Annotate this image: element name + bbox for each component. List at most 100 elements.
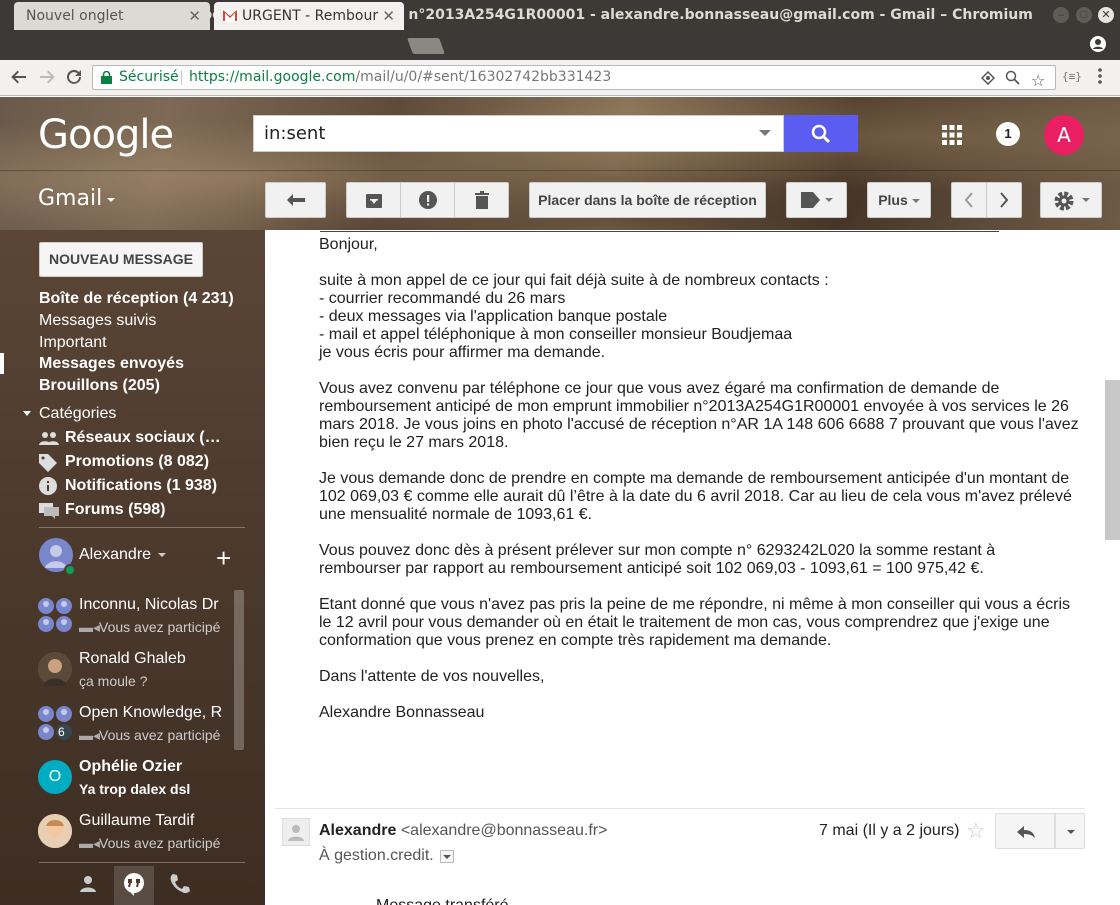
hangout-item[interactable]: O Ophélie Ozier Ya trop dalex dsl — [0, 756, 240, 810]
compose-button[interactable]: NOUVEAU MESSAGE — [39, 242, 203, 277]
video-call-icon: ▬◂ — [79, 835, 101, 851]
hangouts-quote-icon[interactable] — [122, 872, 152, 902]
email-paragraph: Etant donné que vous n'avez pas pris la … — [319, 596, 1071, 649]
delete-button[interactable] — [454, 182, 509, 218]
search-input[interactable]: in:sent — [253, 115, 784, 152]
report-spam-button[interactable] — [400, 182, 455, 218]
show-details-button[interactable] — [440, 850, 454, 863]
tab-label: URGENT - Rembour — [242, 8, 379, 24]
hangouts-scrollbar[interactable] — [234, 590, 244, 750]
spam-icon — [418, 191, 437, 209]
older-button[interactable] — [986, 182, 1022, 218]
trash-icon — [474, 191, 489, 209]
labels-button[interactable] — [786, 182, 847, 218]
message-top-rule — [320, 231, 999, 232]
sidebar-item-forums[interactable]: Forums (598) — [65, 501, 165, 519]
hangouts-user-name[interactable]: Alexandre — [79, 546, 151, 564]
sidebar-item-categories[interactable]: Catégories — [39, 405, 116, 423]
email-signature: Alexandre Bonnasseau — [319, 704, 485, 721]
maximize-button[interactable]: □ — [1076, 7, 1092, 23]
forward-icon[interactable] — [38, 68, 56, 86]
gmail-app-label[interactable]: Gmail — [38, 186, 102, 211]
tab-strip — [0, 30, 1120, 60]
chevron-right-icon — [999, 192, 1009, 208]
secure-label: Sécurisé — [119, 69, 179, 85]
address-bar[interactable]: Sécurisé https://mail.google.com/mail/u/… — [92, 65, 1056, 90]
tab-new-tab[interactable]: Nouvel onglet ✕ — [14, 2, 210, 30]
phone-icon[interactable] — [168, 872, 198, 902]
selected-indicator — [0, 353, 4, 374]
message-divider — [275, 808, 1085, 809]
reload-icon[interactable] — [65, 68, 83, 86]
more-button[interactable]: Plus — [867, 182, 931, 218]
sender-email: <alexandre@bonnasseau.fr> — [400, 822, 608, 839]
move-to-inbox-button[interactable]: Placer dans la boîte de réception — [529, 182, 766, 218]
sidebar-item-sent[interactable]: Messages envoyés — [39, 355, 184, 373]
sidebar-item-promotions[interactable]: Promotions (8 082) — [65, 453, 209, 471]
hangout-item[interactable]: Guillaume Tardif ▬◂Vous avez participé — [0, 810, 240, 862]
sidebar-item-social[interactable]: Réseaux sociaux (… — [65, 429, 221, 447]
minimize-button[interactable]: – — [1053, 7, 1069, 23]
hangout-snippet: Ya trop dalex dsl — [79, 781, 191, 797]
translate-icon[interactable] — [981, 71, 995, 85]
page-scrollbar[interactable] — [1105, 380, 1120, 540]
google-logo[interactable]: Google — [38, 112, 174, 158]
gmail-favicon-icon — [222, 9, 238, 22]
new-tab-button[interactable] — [407, 38, 445, 54]
menu-icon[interactable] — [1098, 68, 1102, 84]
extension-icon[interactable]: {≡} — [1062, 70, 1082, 83]
sender[interactable]: Alexandre <alexandre@bonnasseau.fr> — [319, 822, 607, 840]
star-icon[interactable]: ☆ — [966, 818, 986, 844]
profile-icon[interactable] — [1090, 36, 1106, 52]
hangout-item[interactable]: Ronald Ghaleb ça moule ? — [0, 648, 240, 702]
sidebar-item-starred[interactable]: Messages suivis — [39, 312, 156, 330]
archive-button[interactable] — [346, 182, 401, 218]
close-tab-icon[interactable]: ✕ — [382, 2, 395, 30]
search-button[interactable] — [784, 115, 858, 152]
more-actions-button[interactable] — [1055, 813, 1085, 849]
chevron-down-icon — [1082, 198, 1090, 202]
search-options-caret-icon[interactable] — [759, 130, 771, 136]
hangout-snippet: ▬◂Vous avez participé — [79, 835, 221, 851]
back-icon[interactable] — [10, 68, 28, 86]
close-tab-icon[interactable]: ✕ — [188, 2, 201, 30]
hangout-item[interactable]: Inconnu, Nicolas Dr ▬◂Vous avez particip… — [0, 594, 240, 648]
forum-icon — [39, 503, 59, 519]
contact-avatar — [38, 814, 72, 848]
header-divider — [0, 170, 1120, 171]
tab-gmail[interactable]: URGENT - Rembour ✕ — [214, 2, 404, 30]
sender-avatar — [282, 818, 310, 846]
group-count-badge: 6 — [58, 725, 65, 739]
hangouts-bottom-bar — [0, 866, 265, 905]
sidebar-item-important[interactable]: Important — [39, 334, 107, 352]
settings-button[interactable] — [1040, 182, 1102, 218]
chevron-down-icon[interactable] — [107, 198, 115, 202]
chevron-down-icon[interactable] — [158, 553, 166, 557]
close-window-button[interactable]: ✕ — [1098, 7, 1114, 23]
back-to-list-button[interactable] — [265, 182, 326, 218]
lock-icon — [101, 71, 112, 84]
bookmark-star-icon[interactable]: ☆ — [1031, 69, 1045, 92]
archive-icon — [365, 192, 382, 208]
hangout-item[interactable]: 6 Open Knowledge, R ▬◂Vous avez particip… — [0, 702, 240, 756]
sidebar-item-drafts[interactable]: Brouillons (205) — [39, 377, 160, 395]
add-contact-icon[interactable]: + — [216, 543, 231, 574]
account-avatar[interactable]: A — [1044, 115, 1084, 155]
notifications-badge[interactable]: 1 — [996, 122, 1020, 146]
hangout-snippet: ▬◂Vous avez participé — [79, 619, 221, 635]
newer-button[interactable] — [951, 182, 987, 218]
back-arrow-icon — [286, 194, 305, 206]
tab-label: Nouvel onglet — [26, 8, 124, 24]
apps-grid-icon[interactable] — [942, 125, 962, 145]
zoom-icon[interactable] — [1005, 70, 1020, 85]
group-avatar: 6 — [38, 706, 72, 740]
sidebar-divider — [39, 527, 245, 528]
sidebar-item-inbox[interactable]: Boîte de réception (4 231) — [39, 290, 234, 308]
contacts-person-icon[interactable] — [76, 872, 106, 902]
reply-button[interactable] — [995, 813, 1055, 849]
categories-toggle-icon[interactable] — [23, 411, 31, 416]
sidebar-item-updates[interactable]: Notifications (1 938) — [65, 477, 217, 495]
hangouts-list: Inconnu, Nicolas Dr ▬◂Vous avez particip… — [0, 588, 245, 862]
label-tag-icon — [801, 192, 821, 208]
hangout-name: Guillaume Tardif — [79, 812, 195, 829]
